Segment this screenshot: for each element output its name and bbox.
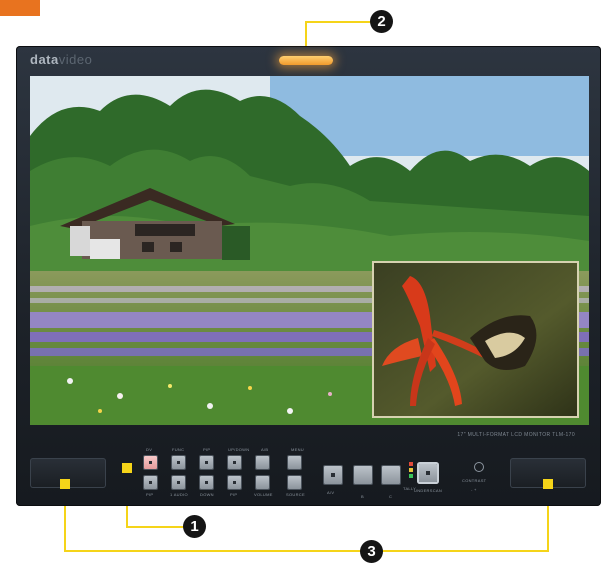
label-down: DOWN <box>200 492 214 497</box>
input-b-button[interactable] <box>354 466 372 484</box>
landscape-image <box>30 76 589 425</box>
brand-logo: datavideo <box>30 52 93 67</box>
model-label: 17" MULTI-FORMAT LCD MONITOR TLM-170 <box>457 432 575 438</box>
marker-speaker-left <box>60 479 70 489</box>
input-c-button[interactable] <box>382 466 400 484</box>
label-ab: A/B <box>261 447 269 452</box>
dv-button[interactable] <box>144 456 157 469</box>
tally-led-yellow <box>409 468 413 472</box>
up-button[interactable] <box>228 456 241 469</box>
label-menu: MENU <box>291 447 304 452</box>
tally-light <box>279 56 333 65</box>
control-panel: DV FUNC PIP UP/DOWN A/B MENU PIP 1 AUDIO… <box>16 446 601 506</box>
lcd-monitor: datavideo 17" MULTI-FORMAT LCD MONITOR T… <box>16 46 601 506</box>
down-button[interactable] <box>200 476 213 489</box>
label-pip: PIP <box>203 447 211 452</box>
label-dv: DV <box>146 447 153 452</box>
tally-led-green <box>409 474 413 478</box>
monitor-screen <box>30 76 589 425</box>
callout-3: 3 <box>360 540 383 563</box>
label-input-b: B <box>361 494 364 499</box>
label-contrast: CONTRAST <box>462 478 487 483</box>
audio-button[interactable] <box>172 476 185 489</box>
pip-size-button[interactable] <box>228 476 241 489</box>
label-audio: 1 AUDIO <box>170 492 188 497</box>
label-contrast-range: - + <box>471 487 477 492</box>
pip-mode-button[interactable] <box>144 476 157 489</box>
func-button[interactable] <box>172 456 185 469</box>
label-underscan: UNDERSCAN <box>414 488 443 493</box>
volume-button[interactable] <box>256 476 269 489</box>
marker-speaker-right <box>543 479 553 489</box>
label-input-c: C <box>389 494 393 499</box>
tally-led-red <box>409 462 413 466</box>
label-func: FUNC <box>172 447 185 452</box>
contrast-knob[interactable] <box>474 462 484 472</box>
underscan-button[interactable] <box>419 464 437 482</box>
input-av-button[interactable] <box>324 466 342 484</box>
label-volume: VOLUME <box>254 492 273 497</box>
callout-1: 1 <box>183 515 206 538</box>
marker-controls <box>122 463 132 473</box>
label-pip-bottom-2: PIP <box>230 492 238 497</box>
label-source: SOURCE <box>286 492 305 497</box>
menu-button[interactable] <box>288 456 301 469</box>
a-button[interactable] <box>256 456 269 469</box>
source-button[interactable] <box>288 476 301 489</box>
label-pip-bottom: PIP <box>146 492 154 497</box>
label-updown: UP/DOWN <box>228 447 250 452</box>
callout-2: 2 <box>370 10 393 33</box>
pip-button[interactable] <box>200 456 213 469</box>
label-input-av: A/V <box>327 490 335 495</box>
